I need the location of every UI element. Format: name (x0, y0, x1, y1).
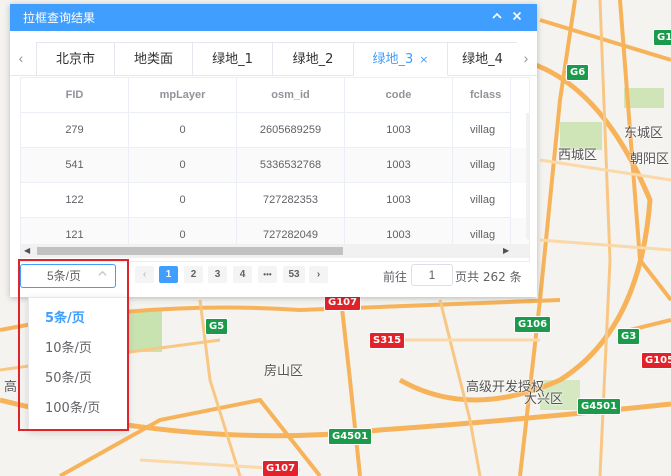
table-cell: 1003 (345, 148, 453, 183)
page-button-53[interactable]: 53 (283, 266, 305, 283)
table-row[interactable]: 122 0 727282353 1003 villag (21, 183, 529, 218)
page-button-2[interactable]: 2 (184, 266, 203, 283)
tab-lvdi-1[interactable]: 绿地_1 (192, 42, 273, 75)
page-button-3[interactable]: 3 (208, 266, 227, 283)
query-result-panel: 拉框查询结果 ‹ 北京市 地类面 绿地_1 绿地_2 绿地_3 × 绿地_4 › … (10, 4, 537, 297)
column-header[interactable]: code (345, 78, 453, 113)
more-pages-icon[interactable]: ••• (258, 266, 277, 283)
page-size-select[interactable]: 5条/页 (20, 264, 116, 288)
column-header[interactable]: osm_id (237, 78, 345, 113)
panel-title: 拉框查询结果 (23, 11, 96, 25)
table-cell: 5336532768 (237, 148, 345, 183)
table-cell: 1003 (345, 113, 453, 148)
page-size-option-100[interactable]: 100条/页 (29, 394, 127, 424)
tab-beijing[interactable]: 北京市 (36, 42, 115, 75)
prev-page-icon[interactable]: ‹ (135, 266, 154, 283)
vertical-scroll-thumb[interactable] (529, 129, 530, 213)
table-row[interactable]: 279 0 2605689259 1003 villag (21, 113, 529, 148)
tab-lvdi-4[interactable]: 绿地_4 (447, 42, 517, 75)
tab-lvdi-3[interactable]: 绿地_3 × (353, 42, 448, 76)
tab-lvdi-2[interactable]: 绿地_2 (272, 42, 354, 75)
road-shield-g6: G6 (566, 64, 590, 81)
map-label-chaoyang: 朝阳区 (630, 152, 670, 167)
tab-close-icon[interactable]: × (419, 53, 428, 66)
page-size-option-5[interactable]: 5条/页 (29, 304, 127, 334)
road-shield-g106: G106 (514, 316, 552, 333)
layer-tabs: ‹ 北京市 地类面 绿地_1 绿地_2 绿地_3 × 绿地_4 › (10, 42, 537, 76)
total-count-label: 页共 262 条 (455, 270, 522, 284)
page-button-4[interactable]: 4 (233, 266, 252, 283)
table-header-row: FID mpLayer osm_id code fclass (21, 78, 529, 113)
table-cell: villag (453, 148, 511, 183)
table-cell: 0 (129, 148, 237, 183)
page-size-option-50[interactable]: 50条/页 (29, 364, 127, 394)
column-header[interactable]: fclass (453, 78, 511, 113)
table-cell: 541 (21, 148, 129, 183)
table-cell: 279 (21, 113, 129, 148)
chevron-up-icon[interactable] (487, 10, 507, 25)
chevron-up-icon (98, 265, 107, 287)
map-label-daxing: 大兴区 (524, 392, 564, 407)
table-cell: 1003 (345, 183, 453, 218)
page-size-dropdown: 5条/页 10条/页 50条/页 100条/页 (28, 297, 128, 431)
map-label-gao: 高 (4, 380, 18, 395)
road-shield-g1: G1 (653, 29, 671, 46)
map-label-fangshan: 房山区 (264, 364, 304, 379)
panel-header: 拉框查询结果 (10, 4, 537, 31)
table-cell: 0 (129, 183, 237, 218)
road-shield-g107-bottom: G107 (262, 460, 300, 476)
road-shield-g4501-right: G4501 (577, 398, 622, 415)
road-shield-g3: G3 (617, 328, 641, 345)
table-cell: 0 (129, 113, 237, 148)
vertical-scrollbar[interactable]: ▲ ▼ (526, 113, 530, 239)
column-header[interactable]: FID (21, 78, 129, 113)
horizontal-scrollbar[interactable]: ◀ ▶ (21, 244, 529, 258)
page-size-value: 5条/页 (47, 269, 82, 283)
scroll-up-icon[interactable]: ▲ (529, 115, 530, 124)
result-table: FID mpLayer osm_id code fclass 279 0 260… (20, 77, 530, 262)
tab-scroll-right-icon[interactable]: › (515, 42, 537, 75)
scroll-down-icon[interactable]: ▼ (529, 227, 530, 236)
table-row[interactable]: 541 0 5336532768 1003 villag (21, 148, 529, 183)
tab-dileimian[interactable]: 地类面 (114, 42, 193, 75)
tab-scroll-left-icon[interactable]: ‹ (10, 42, 32, 75)
scroll-left-icon[interactable]: ◀ (24, 246, 30, 255)
table-cell: villag (453, 113, 511, 148)
pagination: 5条/页 ‹ 1 2 3 4 ••• 53 › 前往 1 页共 262 条 (10, 262, 537, 290)
goto-page-input[interactable]: 1 (411, 264, 453, 286)
map-label-xicheng: 西城区 (558, 148, 598, 163)
road-shield-g5: G5 (205, 318, 229, 335)
road-shield-g105: G105 (641, 352, 671, 369)
table-cell: villag (453, 183, 511, 218)
map-label-dongcheng: 东城区 (624, 126, 664, 141)
goto-label: 前往 (383, 270, 408, 284)
scroll-right-icon[interactable]: ▶ (503, 246, 509, 255)
close-icon[interactable] (507, 10, 527, 25)
column-header[interactable]: mpLayer (129, 78, 237, 113)
table-cell: 2605689259 (237, 113, 345, 148)
next-page-icon[interactable]: › (309, 266, 328, 283)
page-button-1[interactable]: 1 (159, 266, 178, 283)
table-cell: 727282353 (237, 183, 345, 218)
table-cell: 122 (21, 183, 129, 218)
tab-lvdi-3-label: 绿地_3 (372, 52, 414, 67)
road-shield-s315: S315 (369, 332, 406, 349)
page-size-option-10[interactable]: 10条/页 (29, 334, 127, 364)
road-shield-g4501-left: G4501 (328, 428, 373, 445)
horizontal-scroll-thumb[interactable] (37, 247, 343, 255)
